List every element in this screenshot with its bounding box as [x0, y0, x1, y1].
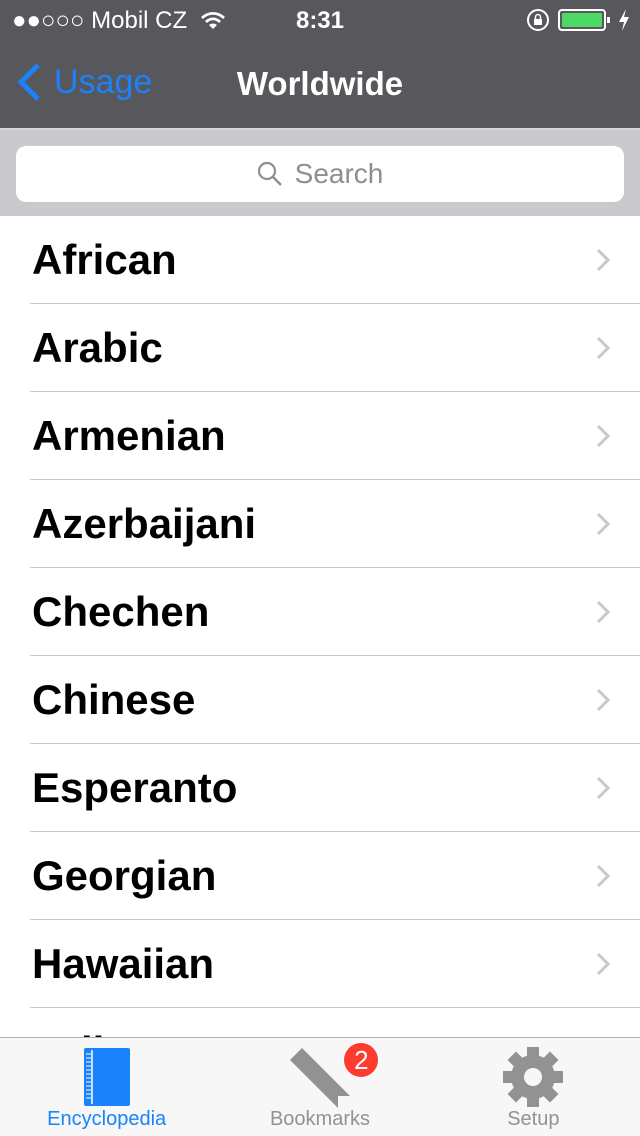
list-item[interactable]: Armenian [0, 392, 640, 480]
list-item[interactable]: African [0, 216, 640, 304]
search-placeholder: Search [294, 158, 384, 189]
list-item[interactable]: Azerbaijani [0, 480, 640, 568]
bookmarks-badge: 2 [343, 1042, 380, 1078]
tab-setup[interactable]: Setup [427, 1038, 640, 1136]
list-item-label: African [32, 236, 177, 283]
status-bar: ●●○○○ Mobil CZ 8:31 [0, 0, 640, 40]
chevron-right-icon [596, 424, 610, 448]
chevron-right-icon [596, 864, 610, 888]
search-input[interactable]: Search [16, 146, 624, 202]
chevron-right-icon [596, 776, 610, 800]
language-list: African Arabic Armenian Azerbaijani Chechen C… [0, 216, 640, 1096]
tab-encyclopedia[interactable]: Encyclopedia [0, 1038, 213, 1136]
search-bar: Search [0, 128, 640, 216]
list-item-label: Georgian [32, 852, 217, 899]
list-item[interactable]: Hawaiian [0, 920, 640, 1008]
list-item-label: Armenian [32, 412, 226, 459]
tab-label: Encyclopedia [47, 1108, 167, 1130]
list-item[interactable]: Esperanto [0, 744, 640, 832]
book-icon [83, 1048, 130, 1106]
list-item-label: Esperanto [32, 764, 238, 811]
charging-icon [619, 9, 629, 31]
tab-label: Setup [507, 1108, 560, 1130]
list-item[interactable]: Chinese [0, 656, 640, 744]
chevron-right-icon [596, 952, 610, 976]
chevron-right-icon [596, 336, 610, 360]
list-item[interactable]: Chechen [0, 568, 640, 656]
list-item-label: Azerbaijani [32, 500, 257, 547]
tab-bookmarks[interactable]: 2 Bookmarks [213, 1038, 426, 1136]
list-item-label: Chinese [32, 676, 196, 723]
list-item-label: Chechen [32, 588, 210, 635]
tab-bar: Encyclopedia 2 Bookmarks Setup [0, 1037, 640, 1136]
rotation-lock-icon [527, 9, 549, 31]
list-item-label: Hawaiian [32, 940, 215, 987]
chevron-right-icon [596, 600, 610, 624]
navigation-bar: Usage Worldwide [0, 40, 640, 128]
chevron-right-icon [596, 512, 610, 536]
tab-label: Bookmarks [269, 1108, 370, 1130]
battery-icon [558, 9, 610, 31]
list-item[interactable]: Arabic [0, 304, 640, 392]
page-title: Worldwide [236, 65, 404, 102]
top-bar: ●●○○○ Mobil CZ 8:31 Usage Worldwide [0, 0, 640, 128]
list-item-label: Arabic [32, 324, 163, 371]
chevron-right-icon [596, 248, 610, 272]
search-icon [257, 161, 282, 186]
list-item[interactable]: Georgian [0, 832, 640, 920]
chevron-right-icon [596, 688, 610, 712]
gear-icon [503, 1047, 564, 1107]
bookmark-icon [289, 1048, 350, 1108]
